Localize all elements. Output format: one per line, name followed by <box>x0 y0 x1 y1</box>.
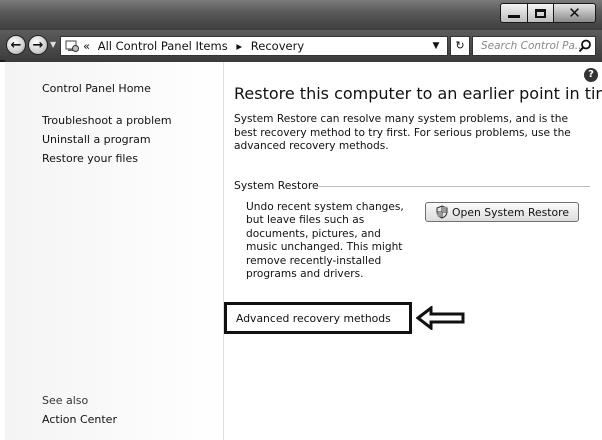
navigation-bar: ← → ▼ « All Control Panel Items ▸ Recove… <box>0 30 602 62</box>
breadcrumb-separator-icon[interactable]: ▸ <box>236 39 242 53</box>
see-also-heading: See also <box>42 394 89 407</box>
search-box[interactable]: Search Control Pa... <box>472 36 596 56</box>
caption-buttons: ✕ <box>500 3 596 23</box>
open-system-restore-button[interactable]: Open System Restore <box>425 202 579 222</box>
control-panel-home-link[interactable]: Control Panel Home <box>42 82 151 95</box>
back-arrow-icon: ← <box>10 37 22 53</box>
close-button[interactable]: ✕ <box>554 3 596 23</box>
left-navigation-pane: Control Panel Home Troubleshoot a proble… <box>5 62 224 440</box>
system-restore-description: Undo recent system changes, but leave fi… <box>246 201 404 281</box>
advanced-recovery-methods-link[interactable]: Advanced recovery methods <box>236 312 391 325</box>
minimize-button[interactable] <box>500 3 528 23</box>
refresh-button[interactable]: ↻ <box>450 36 470 56</box>
help-icon[interactable]: ? <box>584 68 598 82</box>
close-icon: ✕ <box>568 3 581 22</box>
control-panel-icon <box>65 40 79 52</box>
left-arrow-icon <box>416 306 465 330</box>
advanced-recovery-highlight-box: Advanced recovery methods <box>224 302 412 334</box>
uninstall-program-link[interactable]: Uninstall a program <box>42 133 151 146</box>
forward-arrow-icon: → <box>32 37 44 53</box>
recent-pages-dropdown[interactable]: ▼ <box>50 41 58 49</box>
system-restore-section-title: System Restore <box>234 179 319 192</box>
breadcrumb-recovery[interactable]: Recovery <box>251 39 304 53</box>
restore-files-link[interactable]: Restore your files <box>42 152 138 165</box>
back-button[interactable]: ← <box>6 35 26 55</box>
action-center-link[interactable]: Action Center <box>42 413 117 426</box>
maximize-button[interactable] <box>528 3 554 23</box>
troubleshoot-link[interactable]: Troubleshoot a problem <box>42 114 172 127</box>
recovery-window: ✕ ← → ▼ « All Control Panel Items ▸ Reco… <box>0 0 602 440</box>
open-system-restore-label: Open System Restore <box>452 205 569 219</box>
address-dropdown-icon[interactable]: ▼ <box>429 39 443 53</box>
breadcrumb-all-control-panel-items[interactable]: All Control Panel Items <box>98 39 228 53</box>
address-bar[interactable]: « All Control Panel Items ▸ Recovery ▼ <box>60 36 448 56</box>
forward-button[interactable]: → <box>28 35 48 55</box>
uac-shield-icon <box>436 205 448 219</box>
maximize-icon <box>535 8 546 18</box>
breadcrumb: « All Control Panel Items ▸ Recovery <box>83 39 304 53</box>
refresh-icon: ↻ <box>455 39 465 52</box>
minimize-icon <box>508 14 520 18</box>
content-area: Control Panel Home Troubleshoot a proble… <box>0 62 602 440</box>
page-description: System Restore can resolve many system p… <box>234 113 571 152</box>
search-icon[interactable] <box>578 39 592 53</box>
breadcrumb-overflow[interactable]: « <box>83 39 90 53</box>
section-divider <box>314 186 590 187</box>
title-bar: ✕ <box>0 0 602 30</box>
search-placeholder: Search Control Pa... <box>481 40 585 52</box>
page-title: Restore this computer to an earlier poin… <box>234 84 602 103</box>
